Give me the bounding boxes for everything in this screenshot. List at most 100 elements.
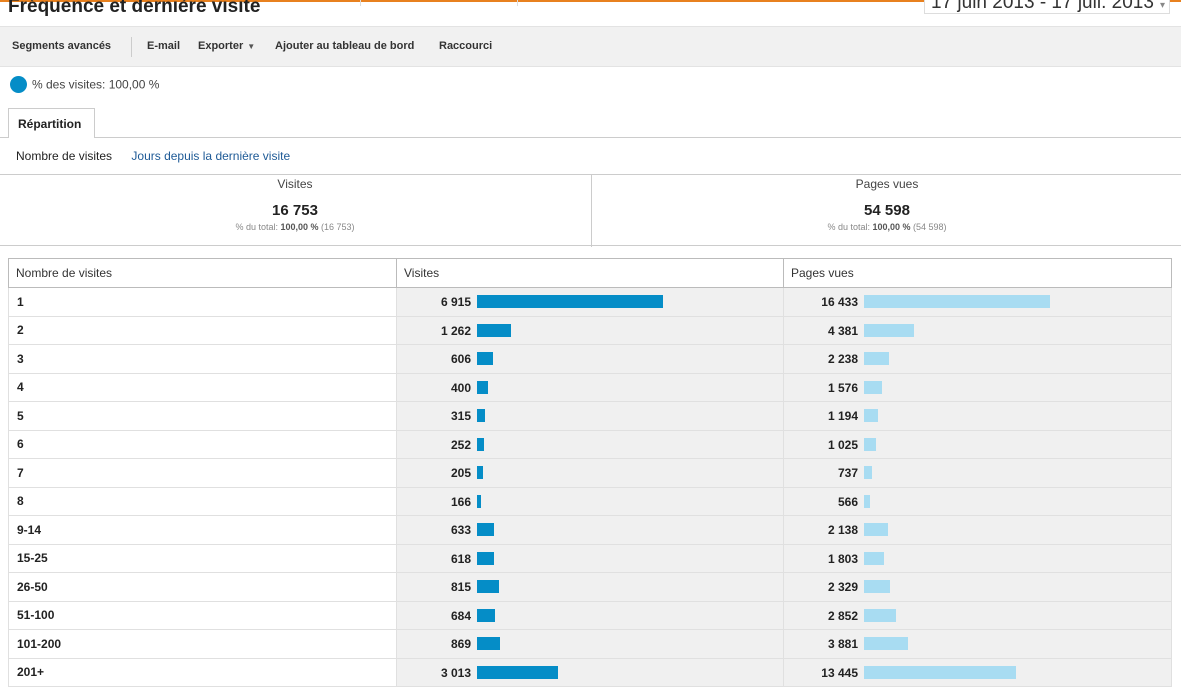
visits-value: 3 013 — [440, 665, 471, 680]
visits-bar — [477, 580, 499, 593]
table-row: 26-50 815 2 329 — [8, 572, 1172, 602]
pageviews-bar — [864, 551, 884, 565]
visits-cell: 315 — [396, 401, 784, 431]
pageviews-bar — [864, 437, 876, 451]
table-row: 7 205 737 — [8, 458, 1172, 488]
subnav-days-since-last-visit[interactable]: Jours depuis la dernière visite — [131, 149, 290, 163]
visits-value: 815 — [450, 580, 471, 594]
pageviews-bar — [864, 323, 914, 337]
pageviews-cell: 2 329 — [783, 572, 1172, 602]
dimension-subnav: Nombre de visites Jours depuis la derniè… — [16, 149, 290, 163]
header-divider — [517, 0, 518, 6]
cell-content: 3 881 — [784, 630, 1171, 658]
visits-value: 1 262 — [440, 323, 471, 338]
row-label: 4 — [8, 372, 397, 402]
segment-label: % des visites: 100,00 % — [32, 77, 160, 92]
pageviews-bar — [864, 494, 870, 508]
segment-pie-icon — [10, 76, 27, 93]
pageviews-value: 737 — [837, 466, 858, 480]
shortcut-button[interactable]: Raccourci — [439, 40, 492, 52]
pageviews-cell: 1 576 — [783, 372, 1172, 402]
row-label: 5 — [8, 401, 397, 431]
cell-content: 869 — [397, 630, 783, 658]
chevron-down-icon: ▼ — [247, 42, 256, 51]
table-row: 201+ 3 013 13 445 — [8, 657, 1172, 687]
chevron-down-icon: ▾ — [1159, 0, 1165, 11]
subnav-visit-count: Nombre de visites — [16, 149, 113, 163]
pct-label: % du total: — [827, 222, 873, 232]
visits-cell: 205 — [396, 458, 784, 488]
export-label: Exporter — [198, 40, 244, 52]
visits-bar — [477, 295, 663, 308]
visits-bar — [477, 380, 488, 394]
visits-cell: 869 — [396, 629, 784, 659]
pageviews-bar — [864, 466, 872, 479]
data-table: Nombre de visites Visites Pages vues 16 … — [8, 258, 1172, 687]
cell-content: 1 194 — [784, 402, 1171, 430]
email-button[interactable]: E-mail — [147, 40, 180, 52]
pageviews-cell: 3 881 — [783, 629, 1172, 659]
row-label: 9-14 — [8, 515, 397, 545]
pageviews-cell: 2 138 — [783, 515, 1172, 545]
cell-content: 4 381 — [784, 317, 1171, 345]
row-label: 6 — [8, 429, 397, 459]
row-label: 1 — [8, 287, 397, 317]
visits-cell: 815 — [396, 572, 784, 602]
active-segment[interactable]: % des visites: 100,00 % — [10, 76, 159, 93]
cell-content: 2 138 — [784, 516, 1171, 544]
summary-scorecard: Visites 16 753 % du total: 100,00 % (16 … — [0, 174, 1181, 247]
table-row: 51-100 684 2 852 — [8, 600, 1172, 630]
pageviews-cell: 4 381 — [783, 315, 1172, 345]
row-label: 201+ — [8, 657, 397, 687]
add-to-dashboard-button[interactable]: Ajouter au tableau de bord — [275, 40, 414, 52]
visits-value: 618 — [450, 551, 471, 566]
pageviews-bar — [864, 580, 890, 593]
cell-content: 815 — [397, 573, 783, 601]
summary-pageviews: Pages vues 54 598 % du total: 100,00 % (… — [591, 175, 1181, 247]
table-header-row: Nombre de visites Visites Pages vues — [8, 258, 1172, 288]
pageviews-cell: 2 238 — [783, 344, 1172, 374]
pageviews-bar — [864, 380, 882, 394]
cell-content: 2 238 — [784, 345, 1171, 373]
column-header-visit-count[interactable]: Nombre de visites — [8, 258, 397, 288]
pct-value: 100,00 % — [280, 222, 319, 232]
pageviews-value: 1 025 — [827, 437, 858, 452]
pageviews-value: 4 381 — [827, 323, 858, 338]
table-row: 6 252 1 025 — [8, 429, 1172, 459]
pageviews-bar — [864, 409, 878, 422]
visits-cell: 1 262 — [396, 315, 784, 345]
visits-value: 252 — [450, 437, 471, 452]
visits-bar — [477, 409, 485, 422]
pageviews-bar — [864, 665, 1016, 679]
row-label: 3 — [8, 344, 397, 374]
visits-cell: 166 — [396, 486, 784, 516]
summary-visits-title: Visites — [277, 177, 313, 191]
visits-bar — [477, 494, 481, 508]
pageviews-cell: 13 445 — [783, 657, 1172, 687]
column-header-pageviews[interactable]: Pages vues — [783, 258, 1172, 288]
cell-content: 737 — [784, 459, 1171, 487]
pageviews-value: 2 329 — [827, 580, 858, 594]
table-row: 8 166 566 — [8, 486, 1172, 516]
advanced-segments-button[interactable]: Segments avancés — [12, 40, 111, 52]
pageviews-cell: 2 852 — [783, 600, 1172, 630]
tab-underline — [0, 137, 1181, 138]
pageviews-cell: 737 — [783, 458, 1172, 488]
summary-pageviews-percent: % du total: 100,00 % (54 598) — [592, 222, 1181, 232]
export-button[interactable]: Exporter ▼ — [198, 40, 255, 52]
report-toolbar: Segments avancés E-mail Exporter ▼ Ajoute… — [0, 26, 1181, 67]
visits-value: 633 — [450, 523, 471, 537]
date-range-picker[interactable]: 17 juin 2013 - 17 juil. 2013 ▾ — [924, 0, 1170, 14]
tab-repartition[interactable]: Répartition — [8, 108, 95, 138]
pageviews-value: 13 445 — [821, 665, 858, 680]
table-row: 15-25 618 1 803 — [8, 543, 1172, 573]
pageviews-value: 1 576 — [827, 380, 858, 395]
visits-cell: 400 — [396, 372, 784, 402]
cell-content: 684 — [397, 602, 783, 630]
summary-visits-percent: % du total: 100,00 % (16 753) — [0, 222, 590, 232]
cell-content: 6 915 — [397, 288, 783, 316]
column-header-visits[interactable]: Visites — [396, 258, 784, 288]
row-label: 7 — [8, 458, 397, 488]
cell-content: 1 803 — [784, 545, 1171, 573]
pageviews-value: 3 881 — [827, 637, 858, 651]
